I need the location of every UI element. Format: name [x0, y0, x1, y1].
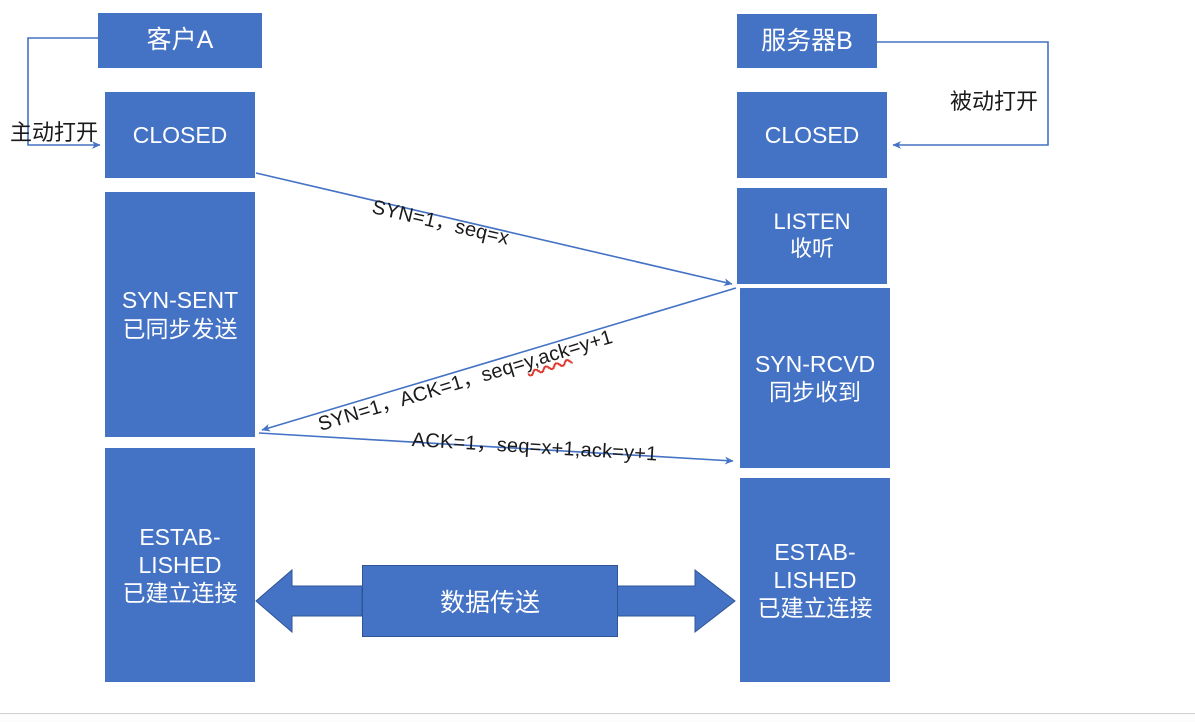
client-state-syn-sent-label: SYN-SENT 已同步发送 [121, 287, 239, 342]
passive-open-label: 被动打开 [950, 89, 1039, 114]
bottom-separator [0, 713, 1195, 714]
server-state-closed: CLOSED [737, 92, 887, 178]
message-label-ack: ACK=1，seq=x+1,ack=y+1 [411, 429, 659, 466]
server-state-syn-rcvd: SYN-RCVD 同步收到 [740, 288, 890, 468]
client-state-established: ESTAB- LISHED 已建立连接 [105, 448, 255, 682]
diagram-canvas: 客户A CLOSED SYN-SENT 已同步发送 ESTAB- LISHED … [0, 0, 1195, 722]
client-state-closed-label: CLOSED [132, 121, 228, 148]
node-client-a-label: 客户A [146, 26, 214, 55]
server-state-listen-label: LISTEN 收听 [773, 209, 851, 261]
client-state-syn-sent: SYN-SENT 已同步发送 [105, 192, 255, 437]
message-label-syn-ack-misspelled: y,ack [521, 339, 572, 374]
data-transfer-arrow-left [255, 568, 363, 634]
server-state-established-label: ESTAB- LISHED 已建立连接 [757, 538, 873, 622]
client-state-closed: CLOSED [105, 92, 255, 178]
data-transfer-arrow-right [616, 568, 736, 634]
server-state-syn-rcvd-label: SYN-RCVD 同步收到 [754, 350, 876, 405]
node-server-b: 服务器B [737, 14, 877, 68]
data-transfer-label: 数据传送 [439, 589, 540, 617]
server-state-established: ESTAB- LISHED 已建立连接 [740, 478, 890, 682]
data-transfer-box: 数据传送 [362, 565, 618, 637]
message-label-syn-ack-post: =y+1 [565, 326, 616, 361]
node-client-a: 客户A [98, 13, 262, 68]
server-state-listen: LISTEN 收听 [737, 188, 887, 284]
bottom-chrome-shade [0, 714, 1195, 722]
client-state-established-label: ESTAB- LISHED 已建立连接 [122, 523, 238, 607]
node-server-b-label: 服务器B [761, 26, 853, 55]
message-label-syn: SYN=1，seq=x [369, 196, 512, 250]
active-open-label: 主动打开 [10, 120, 99, 145]
server-state-closed-label: CLOSED [764, 121, 860, 148]
